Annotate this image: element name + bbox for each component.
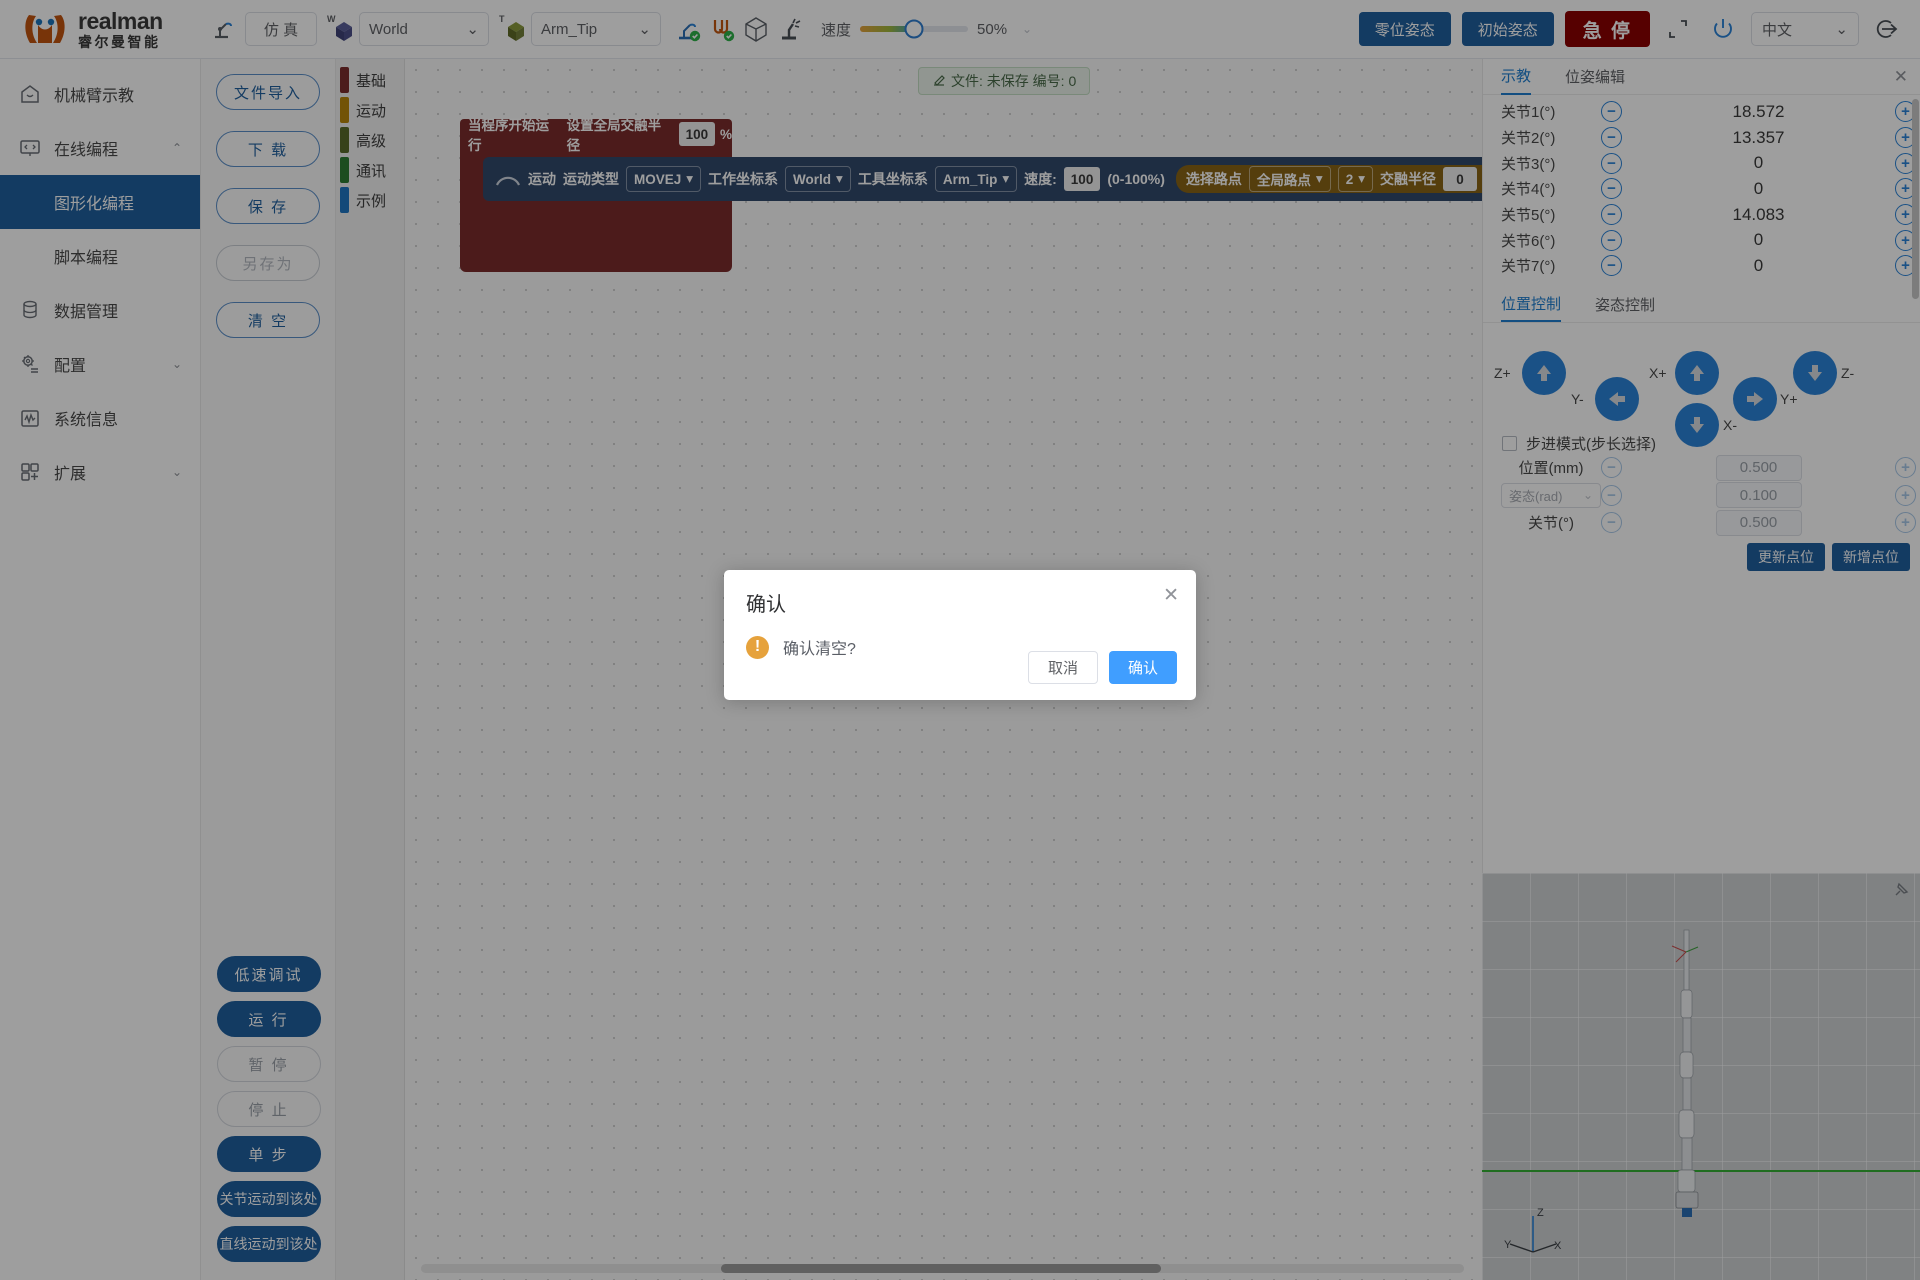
- dialog-title: 确认: [746, 594, 786, 616]
- dialog-message: 确认清空?: [783, 641, 856, 658]
- close-icon[interactable]: ✕: [1163, 586, 1179, 605]
- cancel-button[interactable]: 取消: [1027, 651, 1098, 684]
- confirm-dialog: 确认 ✕ ! 确认清空? 取消 确认: [724, 570, 1196, 700]
- warning-icon: !: [746, 635, 769, 659]
- confirm-button[interactable]: 确认: [1108, 651, 1177, 684]
- app-root: realman 睿尔曼智能 仿 真 W World ⌄ T Arm_Tip ⌄ …: [0, 0, 1920, 1280]
- dialog-actions: 取消 确认: [1027, 651, 1177, 684]
